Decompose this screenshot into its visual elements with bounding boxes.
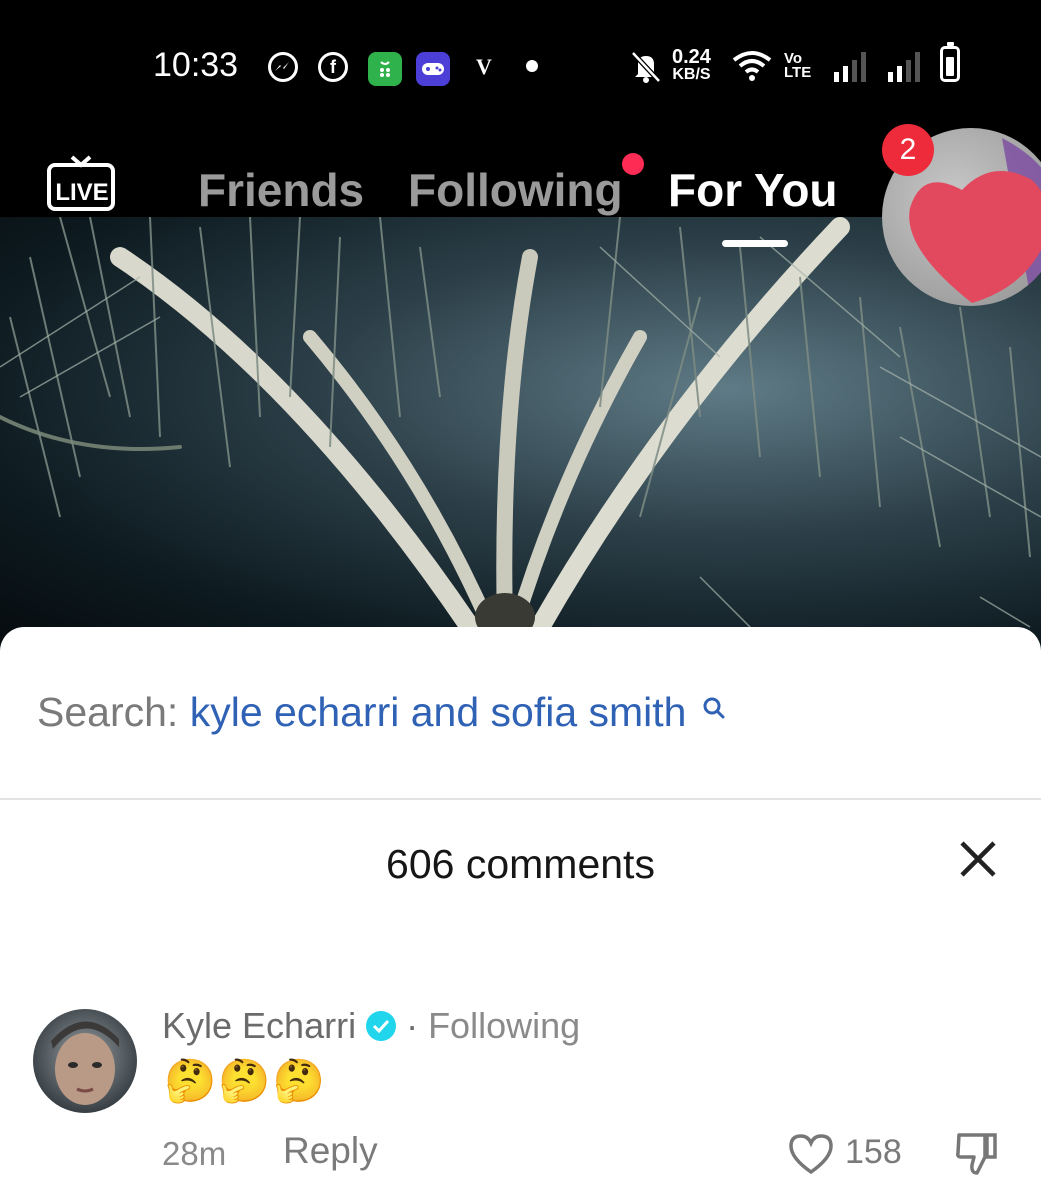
live-label: LIVE xyxy=(55,179,109,206)
avatar[interactable] xyxy=(33,1009,137,1113)
green-app-icon xyxy=(368,52,402,86)
battery-fill xyxy=(946,57,954,76)
following-label: Following xyxy=(428,1005,581,1046)
comment-username[interactable]: Kyle Echarri xyxy=(162,1005,356,1047)
divider xyxy=(0,798,1041,800)
comment-header: Kyle Echarri · Following xyxy=(162,1005,580,1047)
thumbs-down-icon xyxy=(956,1133,997,1175)
v-icon: V xyxy=(476,54,492,79)
comments-sheet: Search: kyle echarri and sofia smith 606… xyxy=(0,627,1041,1200)
dislike-button[interactable] xyxy=(955,1129,999,1177)
search-suggestion[interactable]: Search: kyle echarri and sofia smith xyxy=(37,689,726,736)
network-speed-unit: KB/S xyxy=(672,66,711,83)
heart-outline-icon xyxy=(789,1134,833,1175)
signal-x-icon xyxy=(888,50,920,82)
search-prefix: Search: xyxy=(37,689,179,735)
dot-icon xyxy=(526,60,538,72)
volte-bottom: LTE xyxy=(784,64,812,81)
tab-friends[interactable]: Friends xyxy=(198,163,364,217)
comment-text: 🤔🤔🤔 xyxy=(164,1057,327,1104)
tab-following[interactable]: Following xyxy=(408,163,623,217)
volte-indicator: Vo LTE xyxy=(784,51,812,81)
close-button[interactable] xyxy=(956,837,1000,881)
like-button[interactable] xyxy=(787,1132,835,1176)
separator-dot: · xyxy=(406,1005,419,1046)
palm-tree-image xyxy=(0,217,1041,641)
network-speed: 0.24 KB/S xyxy=(672,46,711,84)
game-app-icon xyxy=(416,52,450,86)
search-icon xyxy=(702,683,726,730)
for-you-underline xyxy=(722,240,788,247)
like-count: 158 xyxy=(845,1133,902,1171)
messenger-icon xyxy=(268,52,298,82)
wifi-icon xyxy=(732,50,772,82)
comments-count-title: 606 comments xyxy=(386,841,655,887)
video-player[interactable] xyxy=(0,217,1041,647)
notification-badge: 2 xyxy=(882,124,934,176)
following-new-dot xyxy=(622,153,644,175)
network-speed-value: 0.24 xyxy=(672,46,711,68)
verified-icon xyxy=(366,1011,397,1041)
close-icon xyxy=(960,841,996,877)
signal-icon xyxy=(834,50,866,82)
reply-button[interactable]: Reply xyxy=(283,1130,378,1172)
status-bar: 10:33 f V 0.24 KB/S Vo LTE xyxy=(0,0,1041,135)
status-time: 10:33 xyxy=(153,46,239,84)
tab-for-you[interactable]: For You xyxy=(668,163,838,217)
comment-time: 28m xyxy=(162,1135,227,1172)
live-button[interactable]: LIVE xyxy=(46,153,116,211)
mute-bell-icon xyxy=(630,50,662,84)
battery-icon xyxy=(940,42,960,82)
facebook-icon: f xyxy=(318,52,348,82)
search-query[interactable]: kyle echarri and sofia smith xyxy=(190,689,687,735)
